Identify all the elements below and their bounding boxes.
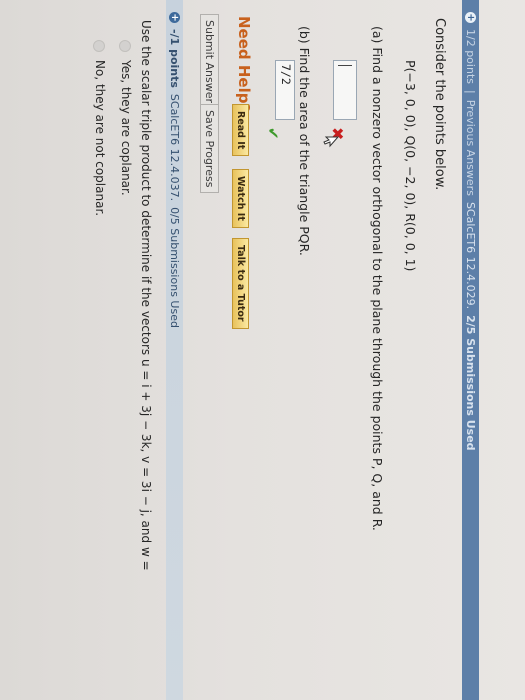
question-header: + 1/2 points | Previous Answers SCalcET6… xyxy=(462,0,479,700)
part-a-prompt: (a) Find a nonzero vector orthogonal to … xyxy=(370,26,385,531)
text-cursor xyxy=(338,65,352,66)
points-list: P(−3, 0, 0), Q(0, −2, 0), R(0, 0, 1) xyxy=(403,60,418,272)
previous-answers-link[interactable]: Previous Answers xyxy=(464,100,477,196)
part-b-answer-input[interactable]: 7/2 xyxy=(275,60,295,120)
submit-answer-button[interactable]: Submit Answer xyxy=(200,14,219,110)
part-b-answer-value: 7/2 xyxy=(279,64,293,85)
problem2-question: Use the scalar triple product to determi… xyxy=(139,20,153,571)
submissions-count: 2/5 Submissions Used xyxy=(464,315,477,451)
part-b-prompt: (b) Find the area of the triangle PQR. xyxy=(297,26,312,256)
correct-check-icon: ✔ xyxy=(264,127,282,140)
photo-background: + 1/2 points | Previous Answers SCalcET6… xyxy=(0,0,525,700)
read-it-button[interactable]: Read It xyxy=(232,104,249,157)
option-no-label[interactable]: No, they are not coplanar. xyxy=(93,60,107,216)
option-no-radio[interactable] xyxy=(93,40,105,52)
points-label: 1/2 points xyxy=(464,29,477,84)
submissions-count-2: 0/5 Submissions Used xyxy=(168,207,181,328)
talk-to-tutor-button[interactable]: Talk to a Tutor xyxy=(232,238,249,329)
save-progress-button[interactable]: Save Progress xyxy=(200,104,219,194)
problem-code: SCalcET6 12.4.029. xyxy=(464,201,477,310)
separator: | xyxy=(464,89,477,94)
part-a-answer-input[interactable] xyxy=(333,60,357,120)
need-help-label: Need Help? xyxy=(235,16,253,113)
expand-icon[interactable]: + xyxy=(465,12,476,23)
webassign-page: + 1/2 points | Previous Answers SCalcET6… xyxy=(0,0,525,700)
question-header-2: + -/1 points SCalcET6 12.4.037. 0/5 Subm… xyxy=(166,0,183,700)
problem-intro: Consider the points below. xyxy=(432,18,447,191)
problem-code-2: SCalcET6 12.4.037. xyxy=(168,93,181,202)
expand-icon-2[interactable]: + xyxy=(169,12,180,23)
mouse-pointer-icon xyxy=(323,136,339,148)
points-label-2: -/1 points xyxy=(168,29,181,88)
watch-it-button[interactable]: Watch It xyxy=(232,169,249,228)
option-yes-label[interactable]: Yes, they are coplanar. xyxy=(119,60,133,196)
option-yes-radio[interactable] xyxy=(119,40,131,52)
